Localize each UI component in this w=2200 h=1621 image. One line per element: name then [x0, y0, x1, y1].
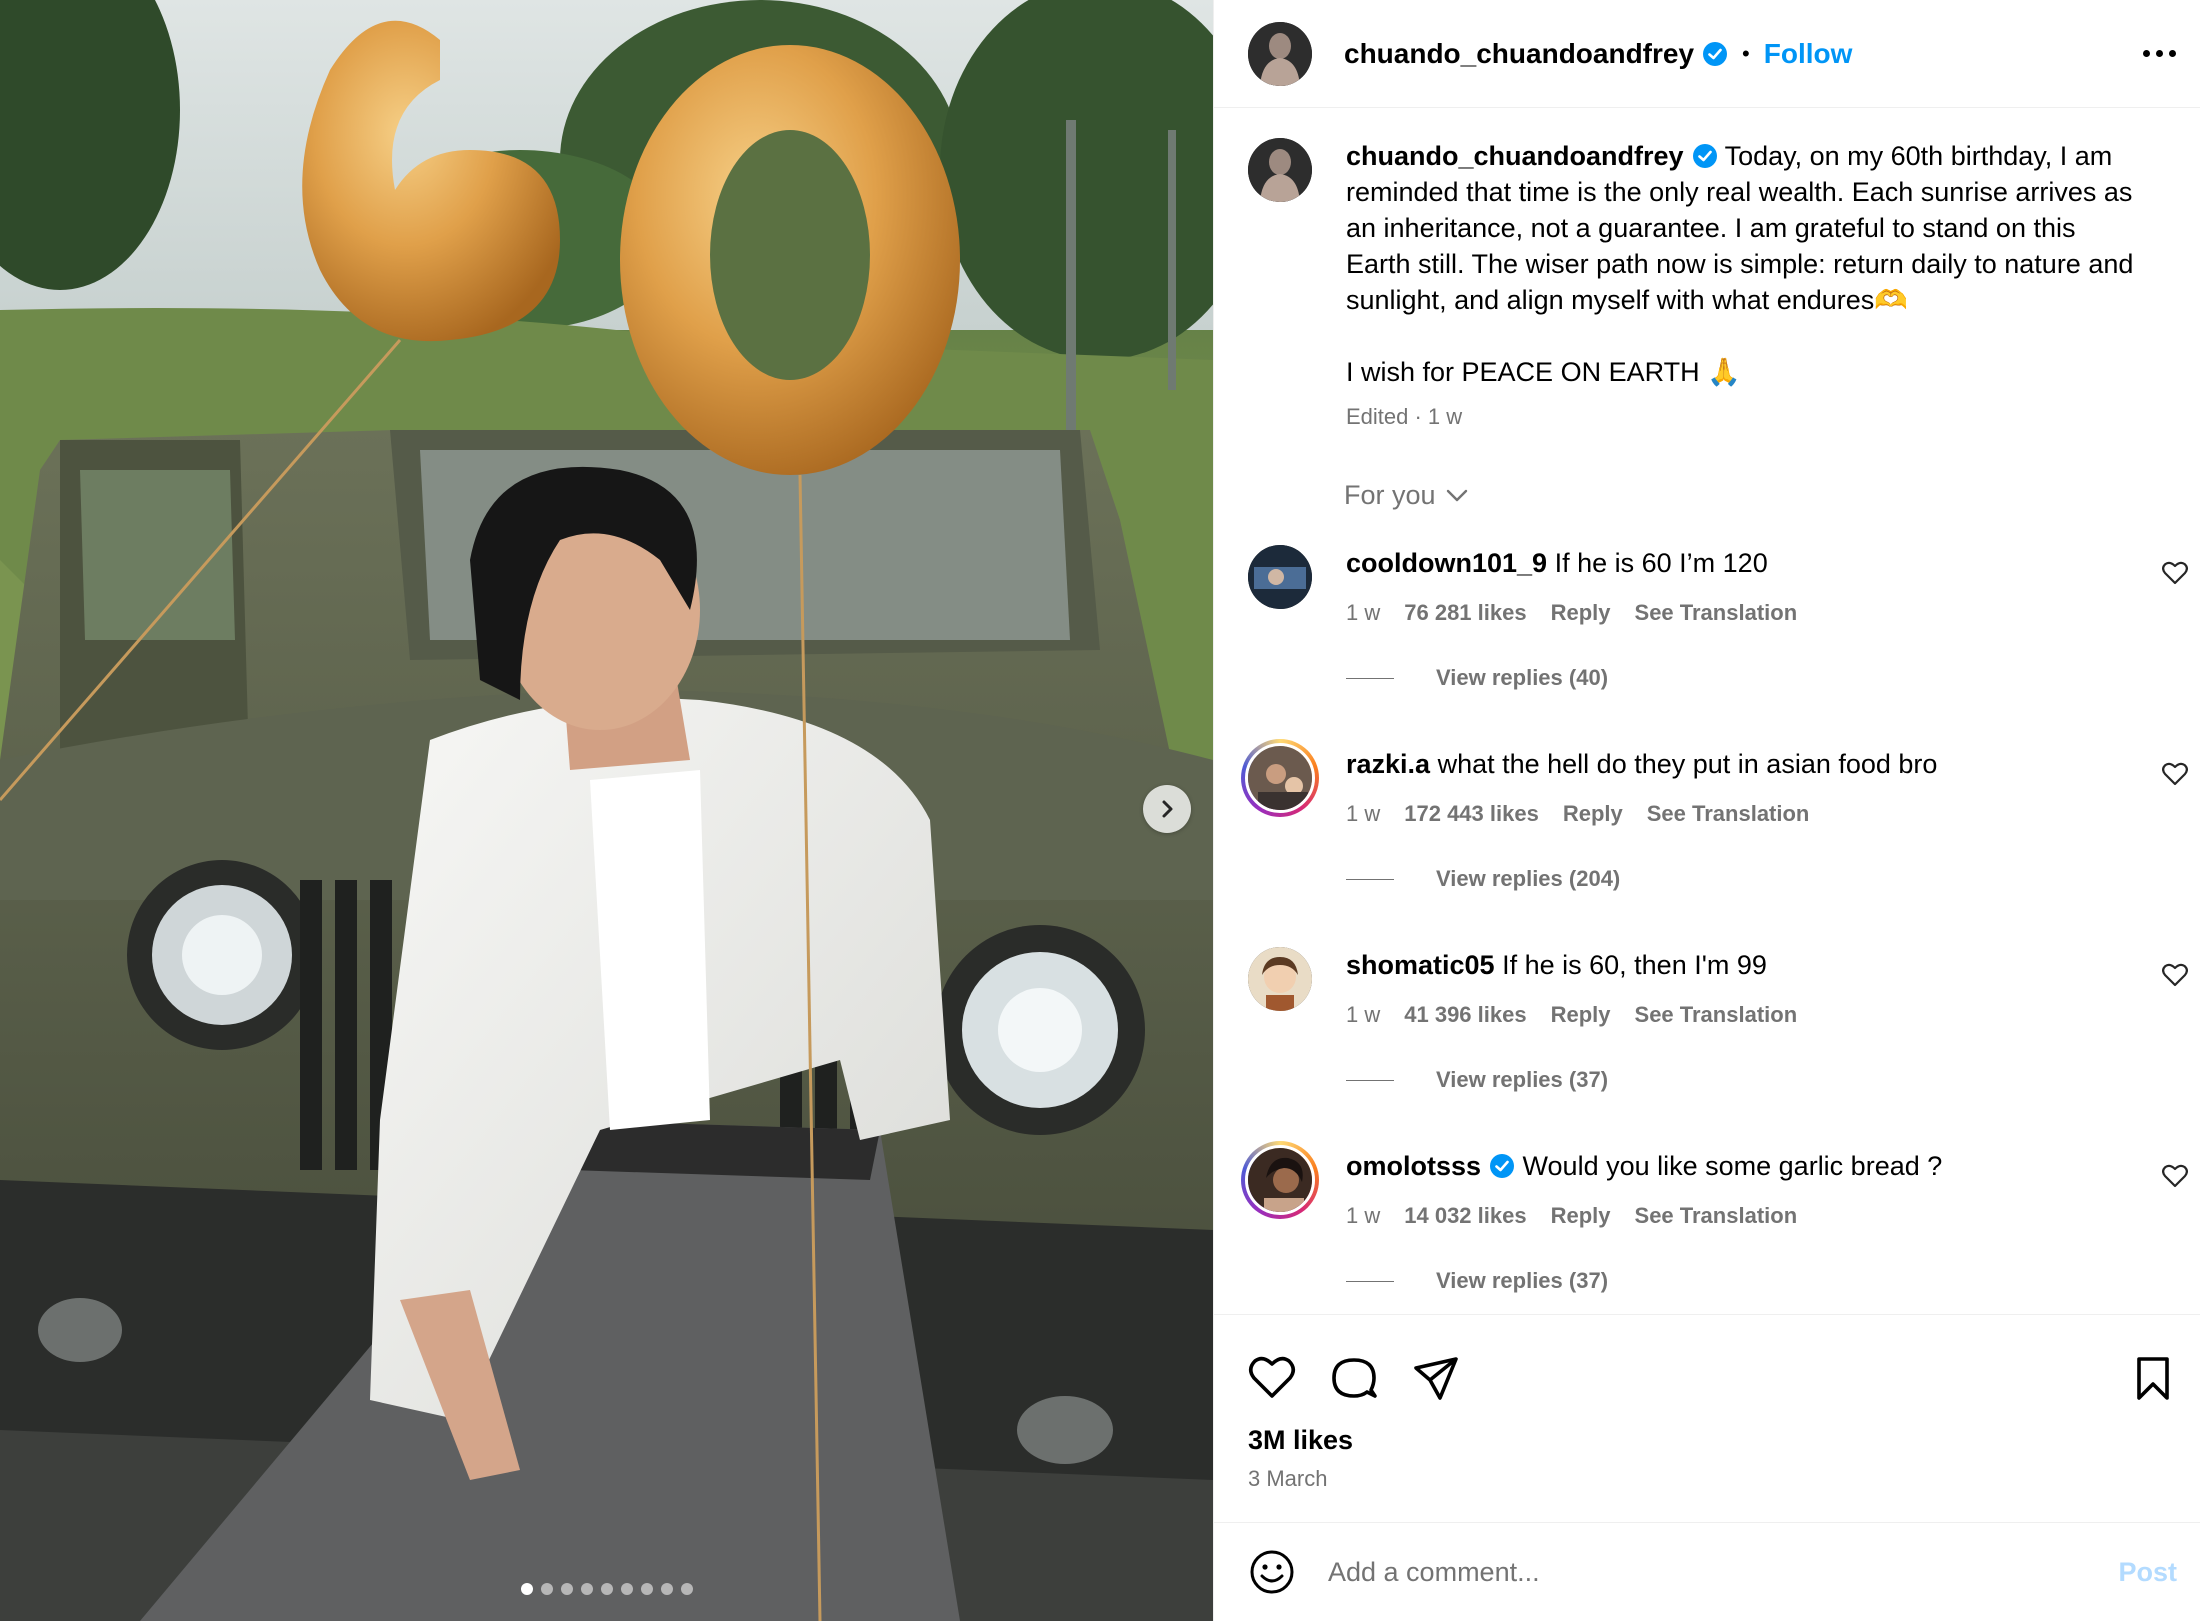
carousel-dot [620, 1583, 633, 1595]
comment-like-heart-icon[interactable] [2162, 762, 2188, 786]
see-translation-button[interactable]: See Translation [1647, 796, 1810, 832]
comment-likes[interactable]: 14 032 likes [1404, 1198, 1526, 1234]
comment-sort-label: For you [1344, 480, 1436, 510]
comment-item: shomatic05 If he is 60, then I'm 99 1 w … [1248, 947, 2188, 1093]
view-replies-button[interactable]: View replies (204) [1346, 866, 2188, 892]
chevron-down-icon [1446, 489, 1467, 501]
comment-text: If he is 60, then I'm 99 [1502, 950, 1767, 980]
commenter-avatar-story-ring[interactable] [1241, 739, 1319, 817]
comment-like-heart-icon[interactable] [2162, 561, 2188, 585]
post-details-panel: chuando_chuandoandfrey • Follow chuando_… [1213, 0, 2200, 1621]
view-replies-label: View replies (40) [1436, 665, 1609, 690]
comment-input[interactable] [1328, 1556, 2119, 1588]
view-replies-label: View replies (204) [1436, 866, 1621, 891]
reply-button[interactable]: Reply [1551, 595, 1611, 631]
verified-badge-icon [1692, 144, 1717, 168]
follow-button[interactable]: Follow [1764, 38, 1853, 70]
carousel-dot [680, 1583, 693, 1595]
post-like-count[interactable]: 3M likes [1214, 1425, 2200, 1456]
post-header: chuando_chuandoandfrey • Follow [1214, 0, 2200, 108]
carousel-dot [580, 1583, 593, 1595]
view-replies-label: View replies (37) [1436, 1067, 1609, 1092]
post-caption: chuando_chuandoandfrey Today, on my 60th… [1248, 138, 2168, 432]
add-comment-bar: Post [1214, 1522, 2200, 1621]
commenter-username[interactable]: shomatic05 [1346, 950, 1495, 980]
chevron-right-icon [1162, 800, 1173, 818]
comment-age: 1 w [1346, 1203, 1381, 1228]
caption-text-2: I wish for PEACE ON EARTH 🙏 [1346, 357, 1741, 387]
commenter-username[interactable]: cooldown101_9 [1346, 548, 1547, 578]
view-replies-button[interactable]: View replies (37) [1346, 1067, 2188, 1093]
action-bar [1214, 1315, 2200, 1413]
author-avatar[interactable] [1248, 21, 1312, 86]
post-date[interactable]: 3 March [1214, 1466, 2200, 1492]
reply-button[interactable]: Reply [1563, 796, 1623, 832]
carousel-dot [560, 1583, 573, 1595]
comment-item: omolotsss Would you like some garlic bre… [1241, 1141, 2188, 1294]
comment-item: razki.a what the hell do they put in asi… [1241, 739, 2188, 892]
comment-text: If he is 60 I’m 120 [1554, 548, 1768, 578]
comment-like-heart-icon[interactable] [2162, 963, 2188, 987]
reply-button[interactable]: Reply [1551, 997, 1611, 1033]
post-photo [0, 0, 1213, 1621]
view-replies-button[interactable]: View replies (40) [1346, 665, 2188, 691]
header-separator: • [1742, 40, 1750, 66]
comment-sort-dropdown[interactable]: For you [1344, 480, 1468, 511]
post-media[interactable] [0, 0, 1213, 1621]
comment-age: 1 w [1346, 600, 1381, 625]
save-bookmark-icon[interactable] [2129, 1354, 2177, 1402]
comment-like-heart-icon[interactable] [2162, 1164, 2188, 1188]
author-username[interactable]: chuando_chuandoandfrey [1344, 38, 1694, 70]
comment-likes[interactable]: 172 443 likes [1404, 796, 1539, 832]
commenter-avatar[interactable] [1248, 545, 1312, 609]
carousel-dot [600, 1583, 613, 1595]
comment-likes[interactable]: 41 396 likes [1404, 997, 1526, 1033]
comments-scroll-area[interactable]: chuando_chuandoandfrey Today, on my 60th… [1214, 108, 2200, 1314]
reply-button[interactable]: Reply [1551, 1198, 1611, 1234]
post-comment-button[interactable]: Post [2118, 1557, 2177, 1588]
next-photo-button[interactable] [1143, 785, 1191, 833]
comment-text: what the hell do they put in asian food … [1437, 749, 1938, 779]
carousel-dot [520, 1583, 533, 1595]
see-translation-button[interactable]: See Translation [1635, 997, 1798, 1033]
comment-likes[interactable]: 76 281 likes [1404, 595, 1526, 631]
see-translation-button[interactable]: See Translation [1635, 1198, 1798, 1234]
see-translation-button[interactable]: See Translation [1635, 595, 1798, 631]
caption-username[interactable]: chuando_chuandoandfrey [1346, 141, 1684, 171]
commenter-avatar-story-ring[interactable] [1241, 1141, 1319, 1219]
more-options-icon[interactable] [2143, 40, 2176, 67]
carousel-indicator [0, 1583, 1213, 1595]
verified-badge-icon [1490, 1154, 1515, 1178]
carousel-dot [540, 1583, 553, 1595]
caption-meta: Edited · 1 w [1346, 404, 1463, 429]
carousel-dot [640, 1583, 653, 1595]
commenter-username[interactable]: omolotsss [1346, 1151, 1481, 1181]
author-avatar[interactable] [1248, 138, 1312, 202]
view-replies-button[interactable]: View replies (37) [1346, 1268, 2188, 1294]
comment-item: cooldown101_9 If he is 60 I’m 120 1 w 76… [1248, 545, 2188, 691]
verified-badge-icon [1703, 41, 1728, 66]
share-paper-plane-icon[interactable] [1412, 1354, 1460, 1402]
comment-age: 1 w [1346, 801, 1381, 826]
post-actions-section: 3M likes 3 March [1214, 1314, 2200, 1492]
comment-age: 1 w [1346, 1002, 1381, 1027]
commenter-avatar[interactable] [1248, 947, 1312, 1011]
commenter-username[interactable]: razki.a [1346, 749, 1430, 779]
comment-bubble-icon[interactable] [1330, 1354, 1378, 1402]
view-replies-label: View replies (37) [1436, 1268, 1609, 1293]
comment-text: Would you like some garlic bread ? [1522, 1151, 1943, 1181]
carousel-dot [660, 1583, 673, 1595]
like-heart-icon[interactable] [1248, 1354, 1296, 1402]
emoji-icon[interactable] [1248, 1548, 1296, 1596]
